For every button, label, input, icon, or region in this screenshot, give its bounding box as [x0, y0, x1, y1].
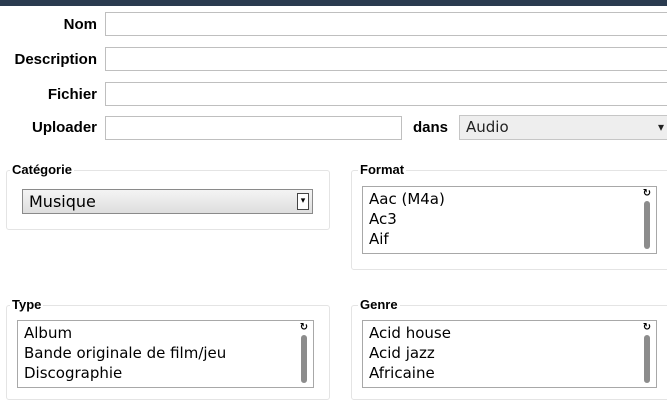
- description-input[interactable]: [105, 47, 667, 71]
- scroll-up-icon[interactable]: ↻: [642, 323, 652, 333]
- nom-label: Nom: [63, 16, 97, 33]
- list-item[interactable]: Acid jazz: [369, 343, 656, 363]
- fichier-input[interactable]: [105, 82, 667, 106]
- scroll-thumb[interactable]: [301, 335, 307, 383]
- scrollbar[interactable]: ↻: [642, 189, 652, 251]
- list-item[interactable]: Ac3: [369, 209, 656, 229]
- genre-listbox[interactable]: Acid house Acid jazz Africaine ↻: [362, 320, 657, 388]
- type-listbox[interactable]: Album Bande originale de film/jeu Discog…: [17, 320, 314, 388]
- dans-select-value: Audio: [466, 118, 509, 136]
- list-item[interactable]: Africaine: [369, 363, 656, 383]
- list-item[interactable]: Discographie: [24, 363, 313, 383]
- dans-select[interactable]: Audio ▾: [459, 115, 667, 140]
- scroll-thumb[interactable]: [644, 335, 650, 383]
- format-legend: Format: [358, 162, 407, 178]
- dropdown-arrow-icon[interactable]: ▾: [297, 193, 309, 210]
- chevron-down-icon: ▾: [657, 120, 664, 134]
- uploader-input[interactable]: [105, 116, 402, 140]
- dans-label: dans: [413, 119, 449, 136]
- top-bar: [0, 0, 667, 6]
- list-item[interactable]: Album: [24, 323, 313, 343]
- nom-input[interactable]: [105, 12, 667, 36]
- categorie-select-value: Musique: [29, 192, 96, 211]
- format-listbox[interactable]: Aac (M4a) Ac3 Aif ↻: [362, 186, 657, 254]
- list-item[interactable]: Aif: [369, 229, 656, 249]
- uploader-label: Uploader: [31, 119, 97, 136]
- type-legend: Type: [10, 297, 44, 313]
- fichier-label: Fichier: [47, 86, 97, 103]
- categorie-legend: Catégorie: [10, 162, 74, 178]
- scroll-thumb[interactable]: [644, 201, 650, 249]
- genre-legend: Genre: [358, 297, 400, 313]
- list-item[interactable]: Acid house: [369, 323, 656, 343]
- categorie-select[interactable]: Musique ▾: [22, 189, 313, 214]
- scroll-up-icon[interactable]: ↻: [299, 323, 309, 333]
- scrollbar[interactable]: ↻: [642, 323, 652, 385]
- list-item[interactable]: Bande originale de film/jeu: [24, 343, 313, 363]
- list-item[interactable]: Aac (M4a): [369, 189, 656, 209]
- description-label: Description: [14, 51, 97, 68]
- scrollbar[interactable]: ↻: [299, 323, 309, 385]
- scroll-up-icon[interactable]: ↻: [642, 189, 652, 199]
